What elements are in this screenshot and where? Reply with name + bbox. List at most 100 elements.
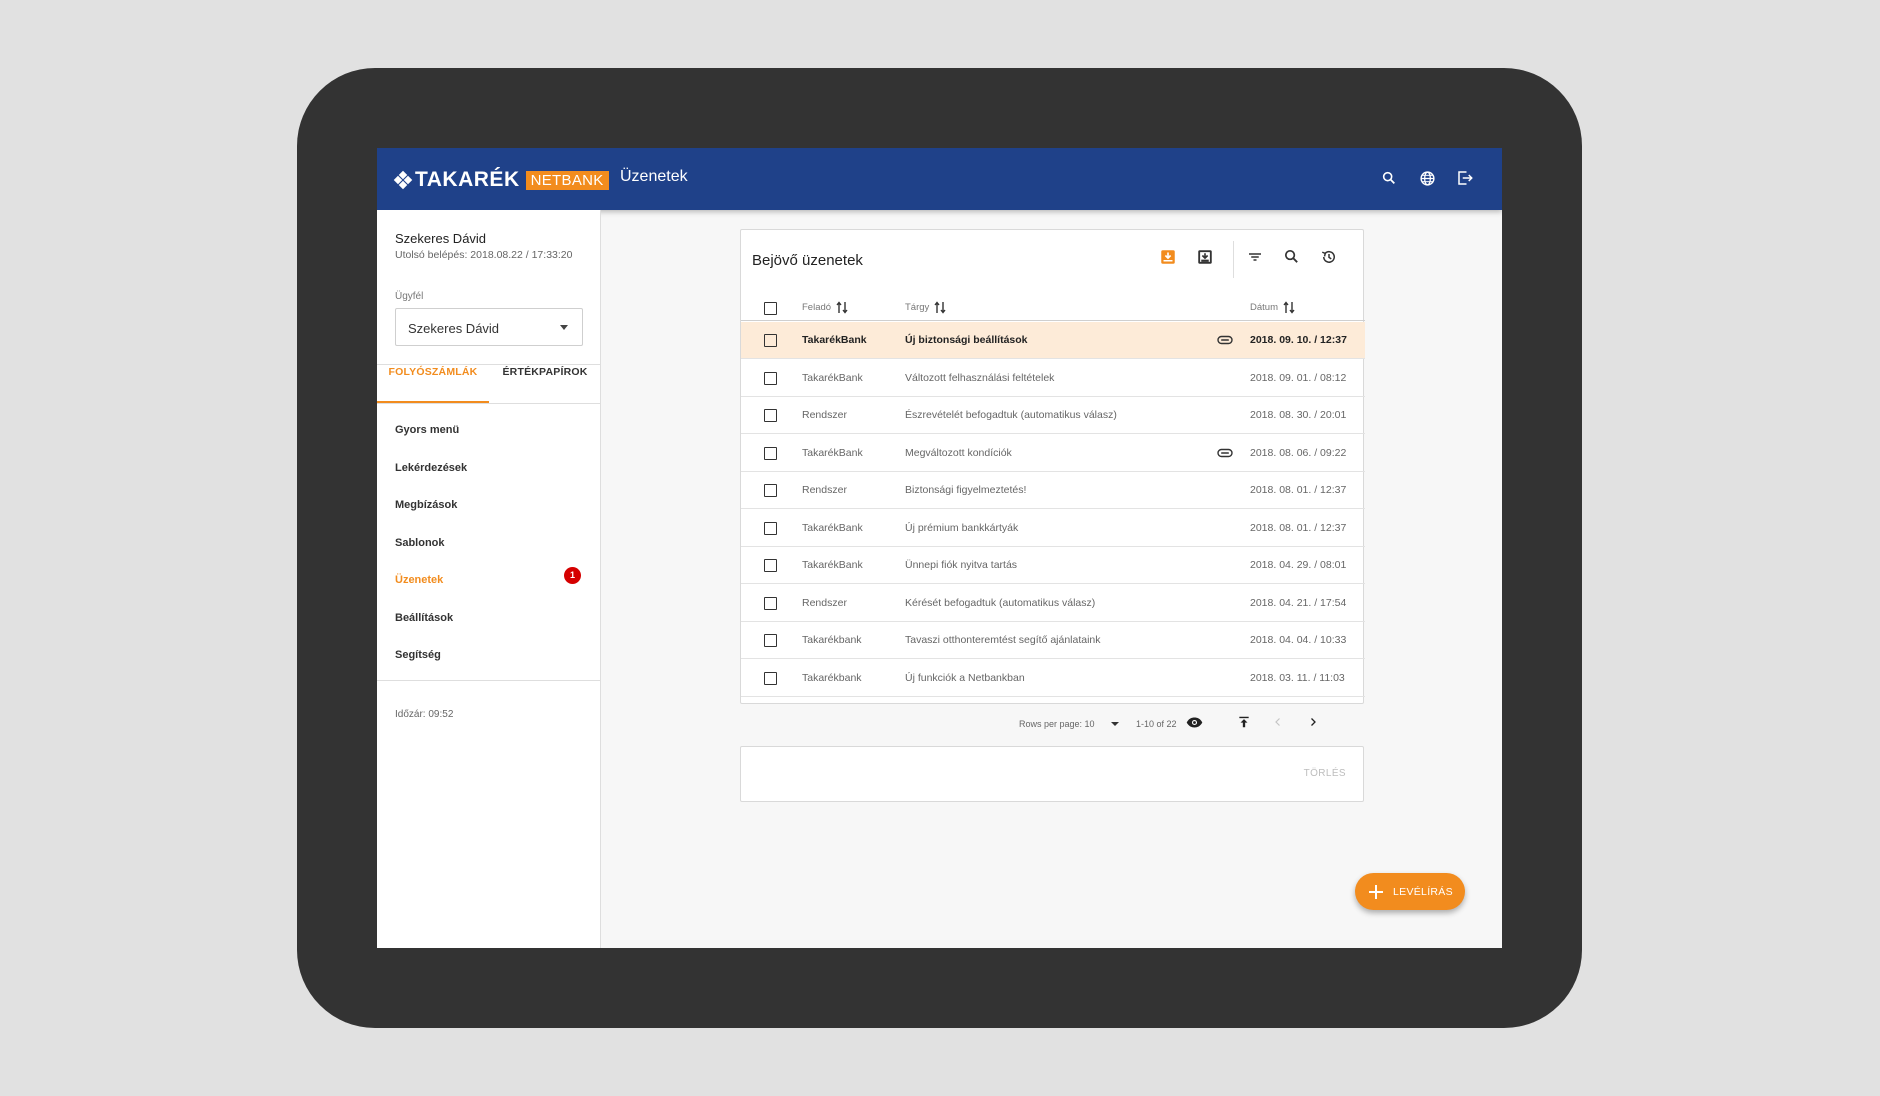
search-icon[interactable]	[1378, 167, 1400, 189]
row-date: 2018. 04. 21. / 17:54	[1250, 597, 1347, 609]
divider	[377, 403, 601, 404]
first-page-icon[interactable]	[1237, 715, 1251, 729]
column-subject[interactable]: Tárgy	[905, 301, 946, 314]
page-range: 1-10 of 22	[1136, 719, 1177, 729]
plus-icon	[1369, 884, 1383, 899]
compose-label: LEVÉLÍRÁS	[1393, 885, 1453, 898]
session-timer: Időzár: 09:52	[395, 709, 454, 720]
column-subject-label: Tárgy	[905, 302, 930, 313]
takarek-logo[interactable]: TAKARÉK NETBANK	[393, 168, 609, 191]
row-date: 2018. 08. 06. / 09:22	[1250, 447, 1347, 459]
app-bar: TAKARÉK NETBANK Üzenetek	[377, 148, 1502, 210]
eye-icon[interactable]	[1186, 716, 1203, 729]
sidebar-item-gyors-menu[interactable]: Gyors menü	[395, 424, 459, 436]
column-sender-label: Feladó	[802, 302, 832, 313]
table-row[interactable]: Rendszer Kérését befogadtuk (automatikus…	[741, 585, 1365, 622]
client-label: Ügyfél	[395, 291, 424, 302]
table-row[interactable]: TakarékBank Ünnepi fiók nyitva tartás 20…	[741, 547, 1365, 584]
row-subject: Új funkciók a Netbankban	[905, 672, 1025, 684]
table-header: Feladó Tárgy Dátum	[741, 298, 1365, 321]
attachment-icon	[1217, 448, 1233, 458]
compose-button[interactable]: LEVÉLÍRÁS	[1355, 873, 1465, 910]
row-date: 2018. 08. 01. / 12:37	[1250, 484, 1347, 496]
row-subject: Új biztonsági beállítások	[905, 334, 1028, 346]
row-checkbox[interactable]	[764, 634, 777, 647]
row-date: 2018. 09. 10. / 12:37	[1250, 334, 1347, 346]
row-subject: Megváltozott kondíciók	[905, 447, 1012, 459]
row-subject: Biztonsági figyelmeztetés!	[905, 484, 1027, 496]
page-title: Üzenetek	[620, 168, 688, 185]
row-subject: Ünnepi fiók nyitva tartás	[905, 559, 1018, 571]
row-checkbox[interactable]	[764, 484, 777, 497]
sort-icon	[934, 301, 946, 314]
table-row[interactable]: Rendszer Biztonsági figyelmeztetés! 2018…	[741, 472, 1365, 509]
sidebar-item-beallitasok[interactable]: Beállítások	[395, 612, 453, 624]
row-date: 2018. 04. 04. / 10:33	[1250, 634, 1347, 646]
chevron-left-icon[interactable]	[1272, 716, 1284, 728]
row-subject: Tavaszi otthonteremtést segítő ajánlatai…	[905, 634, 1101, 646]
inbox-download-icon[interactable]	[1159, 248, 1177, 270]
row-subject: Új prémium bankkártyák	[905, 522, 1019, 534]
column-date-label: Dátum	[1250, 302, 1278, 313]
row-subject: Változott felhasználási feltételek	[905, 372, 1055, 384]
row-subject: Észrevételét befogadtuk (automatikus vál…	[905, 409, 1117, 421]
row-checkbox[interactable]	[764, 334, 777, 347]
tab-ertekpapirok[interactable]: ÉRTÉKPAPÍROK	[489, 365, 601, 403]
sidebar-item-uzenetek[interactable]: Üzenetek	[395, 574, 443, 586]
chevron-down-icon	[560, 325, 568, 330]
row-sender: Takarékbank	[802, 672, 862, 684]
row-checkbox[interactable]	[764, 559, 777, 572]
row-checkbox[interactable]	[764, 672, 777, 685]
row-checkbox[interactable]	[764, 447, 777, 460]
row-sender: TakarékBank	[802, 372, 863, 384]
inbox-card: Bejövő üzenetek Feladó Tárgy Dátum Takar…	[740, 229, 1365, 729]
row-sender: Rendszer	[802, 484, 847, 496]
row-sender: TakarékBank	[802, 334, 867, 346]
column-sender[interactable]: Feladó	[802, 301, 848, 314]
sidebar-item-megbizasok[interactable]: Megbízások	[395, 499, 457, 511]
logo-badge: NETBANK	[525, 170, 609, 190]
row-checkbox[interactable]	[764, 409, 777, 422]
search-icon[interactable]	[1283, 248, 1300, 270]
unread-badge: 1	[564, 567, 581, 584]
column-date[interactable]: Dátum	[1250, 301, 1295, 314]
row-checkbox[interactable]	[764, 597, 777, 610]
sort-icon	[836, 301, 848, 314]
sidebar-item-lekerdezesek[interactable]: Lekérdezések	[395, 462, 467, 474]
table-row[interactable]: TakarékBank Megváltozott kondíciók 2018.…	[741, 435, 1365, 472]
row-date: 2018. 04. 29. / 08:01	[1250, 559, 1347, 571]
inbox-download-outline-icon[interactable]	[1196, 248, 1214, 270]
table-row[interactable]: Rendszer Észrevételét befogadtuk (automa…	[741, 397, 1365, 434]
table-row[interactable]: TakarékBank Új prémium bankkártyák 2018.…	[741, 510, 1365, 547]
history-icon[interactable]	[1320, 248, 1338, 270]
row-date: 2018. 08. 01. / 12:37	[1250, 522, 1347, 534]
table-row[interactable]: TakarékBank Változott felhasználási felt…	[741, 360, 1365, 397]
logout-icon[interactable]	[1454, 167, 1476, 189]
row-date: 2018. 09. 01. / 08:12	[1250, 372, 1347, 384]
delete-button[interactable]: TÖRLÉS	[1304, 768, 1346, 779]
row-sender: Rendszer	[802, 409, 847, 421]
row-checkbox[interactable]	[764, 522, 777, 535]
tab-folyoszamlak[interactable]: FOLYÓSZÁMLÁK	[377, 365, 489, 403]
client-select[interactable]: Szekeres Dávid	[395, 308, 583, 346]
client-select-value: Szekeres Dávid	[408, 321, 500, 336]
row-date: 2018. 03. 11. / 11:03	[1250, 672, 1345, 684]
table-row[interactable]: TakarékBank Új biztonsági beállítások 20…	[741, 322, 1365, 359]
select-all-checkbox[interactable]	[764, 302, 777, 315]
sidebar-item-segitseg[interactable]: Segítség	[395, 649, 441, 661]
globe-icon[interactable]	[1416, 167, 1438, 189]
rows-per-page-dropdown-icon[interactable]	[1110, 720, 1120, 728]
attachment-icon	[1217, 335, 1233, 345]
app-screen: TAKARÉK NETBANK Üzenetek Szekeres Dávid …	[377, 148, 1502, 948]
sidebar-item-sablonok[interactable]: Sablonok	[395, 537, 445, 549]
logo-mark-icon	[393, 170, 413, 190]
logo-word: TAKARÉK	[415, 168, 520, 191]
row-checkbox[interactable]	[764, 372, 777, 385]
rows-per-page: Rows per page: 10	[1019, 719, 1095, 729]
filter-icon[interactable]	[1246, 248, 1264, 270]
table-row[interactable]: Takarékbank Tavaszi otthonteremtést segí…	[741, 622, 1365, 659]
chevron-right-icon[interactable]	[1307, 716, 1319, 728]
table-row[interactable]: Takarékbank Új funkciók a Netbankban 201…	[741, 660, 1365, 697]
sidebar: Szekeres Dávid Utolsó belépés: 2018.08.2…	[377, 210, 601, 948]
header-actions	[1378, 167, 1476, 189]
